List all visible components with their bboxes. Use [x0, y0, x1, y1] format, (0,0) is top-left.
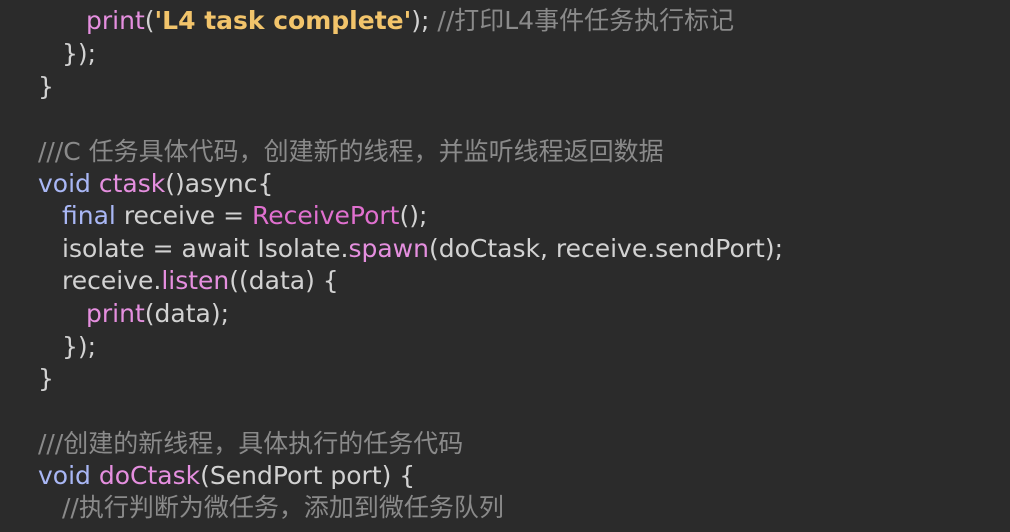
code-line[interactable]: ///C 任务具体代码，创建新的线程，并监听线程返回数据	[38, 135, 664, 168]
code-line[interactable]: void doCtask(SendPort port) {	[38, 459, 415, 492]
code-token-plain: }	[38, 72, 54, 101]
code-line[interactable]: isolate = await Isolate.spawn(doCtask, r…	[62, 232, 783, 265]
code-token-comment: ///创建的新线程，具体执行的任务代码	[38, 429, 464, 458]
code-token-comment: //打印L4事件任务执行标记	[437, 6, 735, 35]
code-line[interactable]: void ctask()async{	[38, 167, 273, 200]
code-token-plain: ((data) {	[229, 266, 339, 295]
code-token-func: spawn	[348, 234, 429, 263]
code-token-plain: isolate = await Isolate.	[62, 234, 349, 263]
code-token-string: 'L4 task complete'	[154, 6, 412, 35]
code-token-plain: receive =	[123, 201, 253, 230]
code-token-plain: ()async{	[165, 169, 274, 198]
code-token-keyword: void	[38, 169, 99, 198]
code-token-plain: receive.	[62, 266, 162, 295]
code-token-plain: (	[144, 6, 155, 35]
code-token-plain: });	[62, 39, 97, 68]
code-token-plain: });	[62, 332, 97, 361]
code-token-plain: ();	[399, 201, 428, 230]
code-line[interactable]: });	[62, 330, 96, 363]
code-token-func: print	[86, 6, 145, 35]
code-line[interactable]: print(data);	[86, 297, 229, 330]
code-line[interactable]: final receive = ReceivePort();	[62, 199, 427, 232]
code-token-class: ReceivePort	[252, 201, 400, 230]
code-token-keyword: final	[62, 201, 124, 230]
code-line[interactable]: receive.listen((data) {	[62, 264, 339, 297]
code-token-plain: (doCtask, receive.sendPort);	[428, 234, 784, 263]
code-token-func: listen	[161, 266, 230, 295]
code-line[interactable]: //执行判断为微任务，添加到微任务队列	[62, 491, 504, 524]
code-token-plain: (data);	[144, 299, 229, 328]
code-token-comment: //执行判断为微任务，添加到微任务队列	[62, 493, 504, 522]
code-token-plain: );	[411, 6, 438, 35]
code-token-func: doCtask	[98, 461, 201, 490]
code-token-comment: ///C 任务具体代码，创建新的线程，并监听线程返回数据	[38, 137, 664, 166]
code-token-func: ctask	[98, 169, 166, 198]
code-line[interactable]: }	[38, 70, 54, 103]
code-line[interactable]: print('L4 task complete'); //打印L4事件任务执行标…	[86, 4, 734, 37]
code-line[interactable]: });	[62, 37, 96, 70]
code-editor[interactable]: print('L4 task complete'); //打印L4事件任务执行标…	[0, 0, 1010, 532]
code-token-plain: (SendPort port) {	[200, 461, 416, 490]
code-line[interactable]: }	[38, 362, 54, 395]
code-token-func: print	[86, 299, 145, 328]
code-token-keyword: void	[38, 461, 99, 490]
code-token-plain: }	[38, 364, 54, 393]
code-line[interactable]: ///创建的新线程，具体执行的任务代码	[38, 427, 463, 460]
